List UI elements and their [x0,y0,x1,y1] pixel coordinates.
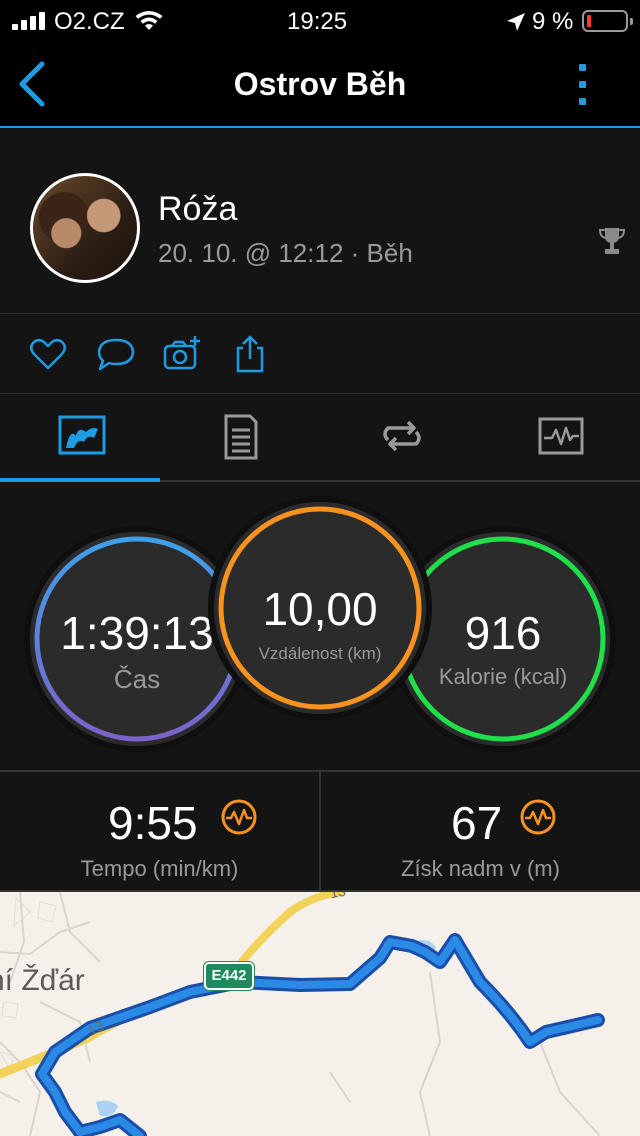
elevation-label: Získ nadm v (m) [401,856,560,881]
tab-laps[interactable] [320,394,480,482]
clock: 19:25 [287,8,348,35]
pulse-icon [221,799,257,835]
road-shield: E442 [204,962,254,990]
tab-overview[interactable] [0,394,160,482]
trophy-icon[interactable] [598,226,626,256]
heart-icon[interactable] [28,334,68,374]
route-map[interactable]: ní Žďár E442 13 13 [0,892,640,1136]
camera-plus-icon[interactable] [162,334,202,374]
activity-tabs [0,394,640,482]
page-title: Ostrov Běh [233,66,407,102]
wifi-icon [135,11,163,30]
pace-value: 9:55 [108,797,198,849]
calories-circle[interactable]: 916 Kalorie (kcal) [396,532,610,746]
elevation-value: 67 [451,797,503,849]
time-value: 1:39:13 [60,607,214,659]
comment-icon[interactable] [96,334,136,374]
time-label: Čas [113,664,161,694]
overview-icon [58,415,106,455]
chart-icon [538,417,584,455]
activity-header: Róža 20. 10. @ 12:12 · Běh [0,128,640,314]
signal-icon [12,12,46,30]
distance-label: Vzdálenost (km) [258,644,382,663]
battery-icon [582,10,633,32]
stats-row: 9:55 Tempo (min/km) 67 Získ nadm v (m) [0,770,640,892]
elevation-stat[interactable]: 67 Získ nadm v (m) [321,772,640,892]
share-icon[interactable] [230,334,270,374]
summary-circles: 1:39:13 Čas 916 Kalorie (kcal) 10,00 Vzd… [0,482,640,770]
kebab-menu-icon[interactable] [568,60,598,110]
distance-circle[interactable]: 10,00 Vzdálenost (km) [214,502,426,714]
location-arrow-icon [507,13,525,31]
pace-stat[interactable]: 9:55 Tempo (min/km) [0,772,319,892]
calories-value: 916 [464,607,542,659]
map-place-label: ní Žďár [0,964,85,997]
distance-value: 10,00 [262,583,378,635]
pulse-icon [520,799,556,835]
calories-label: Kalorie (kcal) [438,664,568,689]
laps-icon [383,420,421,452]
battery-percent: 9 % [532,8,574,35]
carrier: O2.CZ [54,8,125,35]
pace-label: Tempo (min/km) [80,856,239,881]
tab-charts[interactable] [480,394,640,482]
document-icon [224,414,258,460]
social-actions [0,314,640,394]
avatar[interactable] [30,173,140,283]
tab-details[interactable] [160,394,320,482]
navigation-bar: Ostrov Běh [0,44,640,128]
map-canvas [0,892,605,1136]
user-name[interactable]: Róža [158,190,237,229]
time-circle[interactable]: 1:39:13 Čas [30,532,244,746]
status-bar: O2.CZ 19:25 9 % [0,0,640,44]
activity-meta: 20. 10. @ 12:12 · Běh [158,238,413,268]
